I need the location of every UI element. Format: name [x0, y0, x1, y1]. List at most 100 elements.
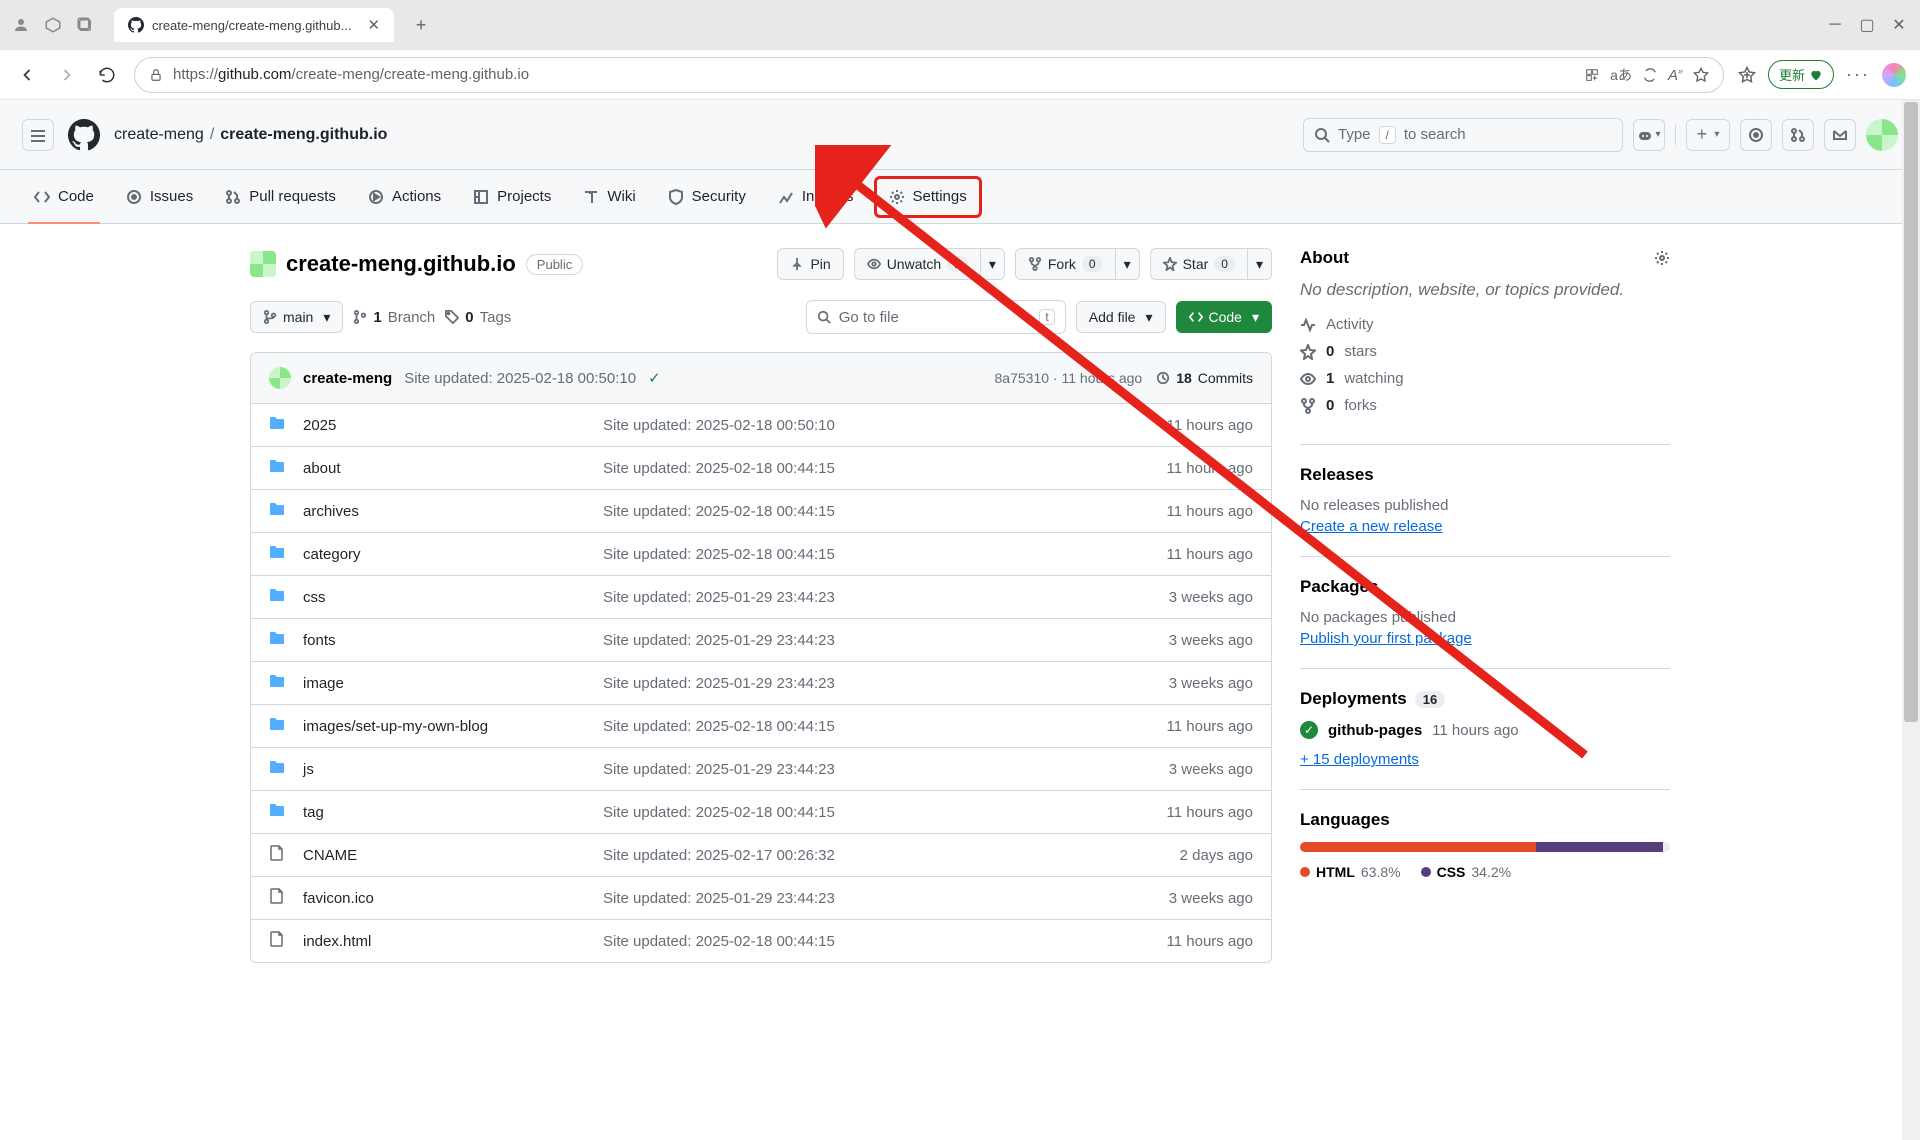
user-avatar[interactable] [1866, 119, 1898, 151]
workspaces-icon[interactable] [42, 14, 64, 36]
gear-icon[interactable] [1654, 250, 1670, 266]
more-menu-icon[interactable]: ··· [1846, 64, 1870, 85]
deployments-heading[interactable]: Deployments16 [1300, 689, 1445, 709]
more-deployments-link[interactable]: + 15 deployments [1300, 751, 1419, 768]
pull-requests-button[interactable] [1782, 119, 1814, 151]
language-html[interactable]: HTML63.8% [1300, 864, 1401, 880]
repo-title[interactable]: create-meng.github.io [286, 251, 516, 277]
file-name-link[interactable]: index.html [303, 933, 603, 950]
commit-author-link[interactable]: create-meng [303, 370, 392, 387]
stars-link[interactable]: 0stars [1300, 343, 1670, 360]
file-name-link[interactable]: tag [303, 804, 603, 821]
favorite-icon[interactable] [1693, 67, 1709, 83]
publish-package-link[interactable]: Publish your first package [1300, 630, 1472, 647]
file-commit-link[interactable]: Site updated: 2025-02-18 00:44:15 [603, 460, 1167, 477]
tab-projects[interactable]: Projects [461, 170, 563, 223]
file-commit-link[interactable]: Site updated: 2025-01-29 23:44:23 [603, 675, 1169, 692]
goto-file-input[interactable]: Go to filet [806, 300, 1066, 334]
file-commit-link[interactable]: Site updated: 2025-01-29 23:44:23 [603, 589, 1169, 606]
profile-icon[interactable] [10, 14, 32, 36]
deployment-item[interactable]: ✓github-pages11 hours ago [1300, 721, 1670, 739]
unwatch-dropdown[interactable]: ▾ [980, 248, 1005, 280]
releases-heading[interactable]: Releases [1300, 465, 1374, 485]
lang-bar-other[interactable] [1663, 842, 1670, 852]
fork-button[interactable]: Fork0 [1015, 248, 1115, 280]
file-commit-link[interactable]: Site updated: 2025-02-17 00:26:32 [603, 847, 1180, 864]
issues-button[interactable] [1740, 119, 1772, 151]
file-name-link[interactable]: favicon.ico [303, 890, 603, 907]
file-commit-link[interactable]: Site updated: 2025-02-18 00:44:15 [603, 804, 1167, 821]
minimize-icon[interactable]: ─ [1824, 14, 1846, 36]
sync-icon[interactable] [1642, 67, 1658, 83]
close-window-icon[interactable]: ✕ [1888, 14, 1910, 36]
watching-link[interactable]: 1watching [1300, 370, 1670, 387]
commit-author-avatar[interactable] [269, 367, 291, 389]
page-scroll[interactable]: create-meng/create-meng.github.io Type /… [0, 100, 1920, 1140]
file-name-link[interactable]: css [303, 589, 603, 606]
tab-settings[interactable]: Settings [874, 176, 982, 218]
collections-icon[interactable] [74, 14, 96, 36]
status-check-icon[interactable]: ✓ [648, 369, 661, 387]
tab-code[interactable]: Code [22, 170, 106, 223]
star-dropdown[interactable]: ▾ [1247, 248, 1272, 280]
search-input[interactable]: Type / to search [1303, 118, 1623, 152]
back-button[interactable] [14, 62, 40, 88]
file-commit-link[interactable]: Site updated: 2025-02-18 00:44:15 [603, 546, 1167, 563]
file-name-link[interactable]: image [303, 675, 603, 692]
notifications-button[interactable] [1824, 119, 1856, 151]
translate-icon[interactable]: aあ [1610, 65, 1632, 85]
file-name-link[interactable]: archives [303, 503, 603, 520]
tab-insights[interactable]: Insights [766, 170, 866, 223]
file-commit-link[interactable]: Site updated: 2025-02-18 00:44:15 [603, 933, 1167, 950]
packages-heading[interactable]: Packages [1300, 577, 1378, 597]
file-commit-link[interactable]: Site updated: 2025-02-18 00:44:15 [603, 503, 1167, 520]
file-name-link[interactable]: about [303, 460, 603, 477]
nav-menu-button[interactable] [22, 119, 54, 151]
file-name-link[interactable]: category [303, 546, 603, 563]
commits-link[interactable]: 18Commits [1156, 370, 1253, 386]
language-css[interactable]: CSS34.2% [1421, 864, 1512, 880]
star-button[interactable]: Star0 [1150, 248, 1247, 280]
tab-security[interactable]: Security [656, 170, 758, 223]
file-name-link[interactable]: CNAME [303, 847, 603, 864]
github-logo-icon[interactable] [68, 119, 100, 151]
file-commit-link[interactable]: Site updated: 2025-01-29 23:44:23 [603, 761, 1169, 778]
branches-link[interactable]: 1Branch [353, 309, 435, 326]
branch-selector[interactable]: main▾ [250, 301, 343, 333]
commit-message-link[interactable]: Site updated: 2025-02-18 00:50:10 [404, 370, 636, 387]
tab-wiki[interactable]: Wiki [571, 170, 647, 223]
lang-bar-html[interactable] [1300, 842, 1536, 852]
new-tab-button[interactable]: + [410, 14, 432, 36]
file-name-link[interactable]: 2025 [303, 417, 603, 434]
scrollbar-thumb[interactable] [1904, 102, 1918, 722]
scrollbar-track[interactable] [1902, 100, 1920, 1140]
copilot-chat-button[interactable]: ▾ [1633, 119, 1665, 151]
file-commit-link[interactable]: Site updated: 2025-01-29 23:44:23 [603, 632, 1169, 649]
maximize-icon[interactable]: ▢ [1856, 14, 1878, 36]
lang-bar-css[interactable] [1536, 842, 1663, 852]
url-input[interactable]: https://github.com/create-meng/create-me… [134, 57, 1724, 93]
add-file-button[interactable]: Add file▾ [1076, 301, 1166, 333]
file-commit-link[interactable]: Site updated: 2025-02-18 00:50:10 [603, 417, 1167, 434]
code-button[interactable]: Code▾ [1176, 301, 1273, 333]
commit-sha-link[interactable]: 8a75310 · 11 hours ago [995, 370, 1143, 386]
tags-link[interactable]: 0Tags [445, 309, 511, 326]
unwatch-button[interactable]: Unwatch1 [854, 248, 980, 280]
favorites-bar-icon[interactable] [1738, 66, 1756, 84]
copilot-icon[interactable] [1882, 63, 1906, 87]
create-release-link[interactable]: Create a new release [1300, 518, 1443, 535]
read-aloud-icon[interactable]: A» [1668, 66, 1683, 84]
file-commit-link[interactable]: Site updated: 2025-01-29 23:44:23 [603, 890, 1169, 907]
file-name-link[interactable]: images/set-up-my-own-blog [303, 718, 603, 735]
tab-pull-requests[interactable]: Pull requests [213, 170, 348, 223]
pin-button[interactable]: Pin [777, 248, 843, 280]
file-commit-link[interactable]: Site updated: 2025-02-18 00:44:15 [603, 718, 1167, 735]
extensions-icon[interactable] [1584, 67, 1600, 83]
browser-tab[interactable]: create-meng/create-meng.github... ✕ [114, 8, 394, 42]
tab-issues[interactable]: Issues [114, 170, 205, 223]
fork-dropdown[interactable]: ▾ [1115, 248, 1140, 280]
activity-link[interactable]: Activity [1300, 316, 1670, 333]
forks-link[interactable]: 0forks [1300, 397, 1670, 414]
create-new-button[interactable]: +▾ [1686, 119, 1730, 151]
update-button[interactable]: 更新 [1768, 60, 1834, 89]
